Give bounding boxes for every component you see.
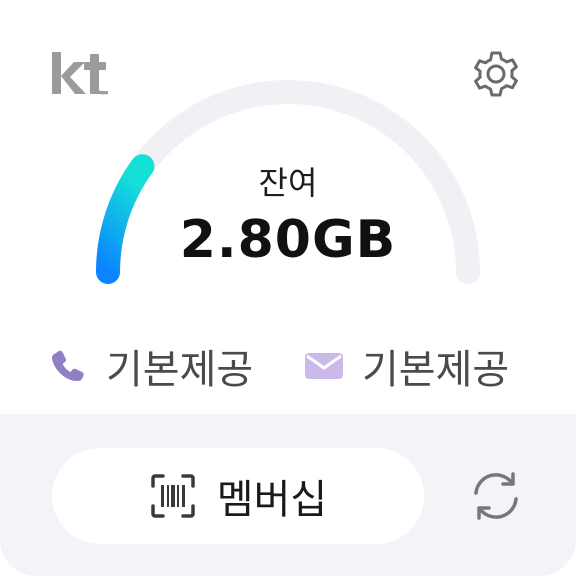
remaining-value: 2.80GB xyxy=(179,210,397,270)
barcode-icon xyxy=(151,474,195,518)
voice-allowance-text: 기본제공 xyxy=(106,347,254,393)
sms-allowance-text: 기본제공 xyxy=(362,347,510,393)
refresh-icon[interactable] xyxy=(466,466,526,526)
envelope-icon xyxy=(304,346,344,386)
data-usage-widget: 잔여 2.80GB 기본제공 기본제공 멤버십 xyxy=(0,0,576,576)
footer-bar: 멤버십 xyxy=(0,414,576,576)
voice-allowance: 기본제공 xyxy=(48,336,253,396)
sms-allowance: 기본제공 xyxy=(304,336,509,396)
phone-icon xyxy=(48,346,88,386)
membership-label: 멤버십 xyxy=(216,477,328,523)
membership-button[interactable]: 멤버십 xyxy=(52,448,424,544)
remaining-label: 잔여 xyxy=(258,164,318,202)
